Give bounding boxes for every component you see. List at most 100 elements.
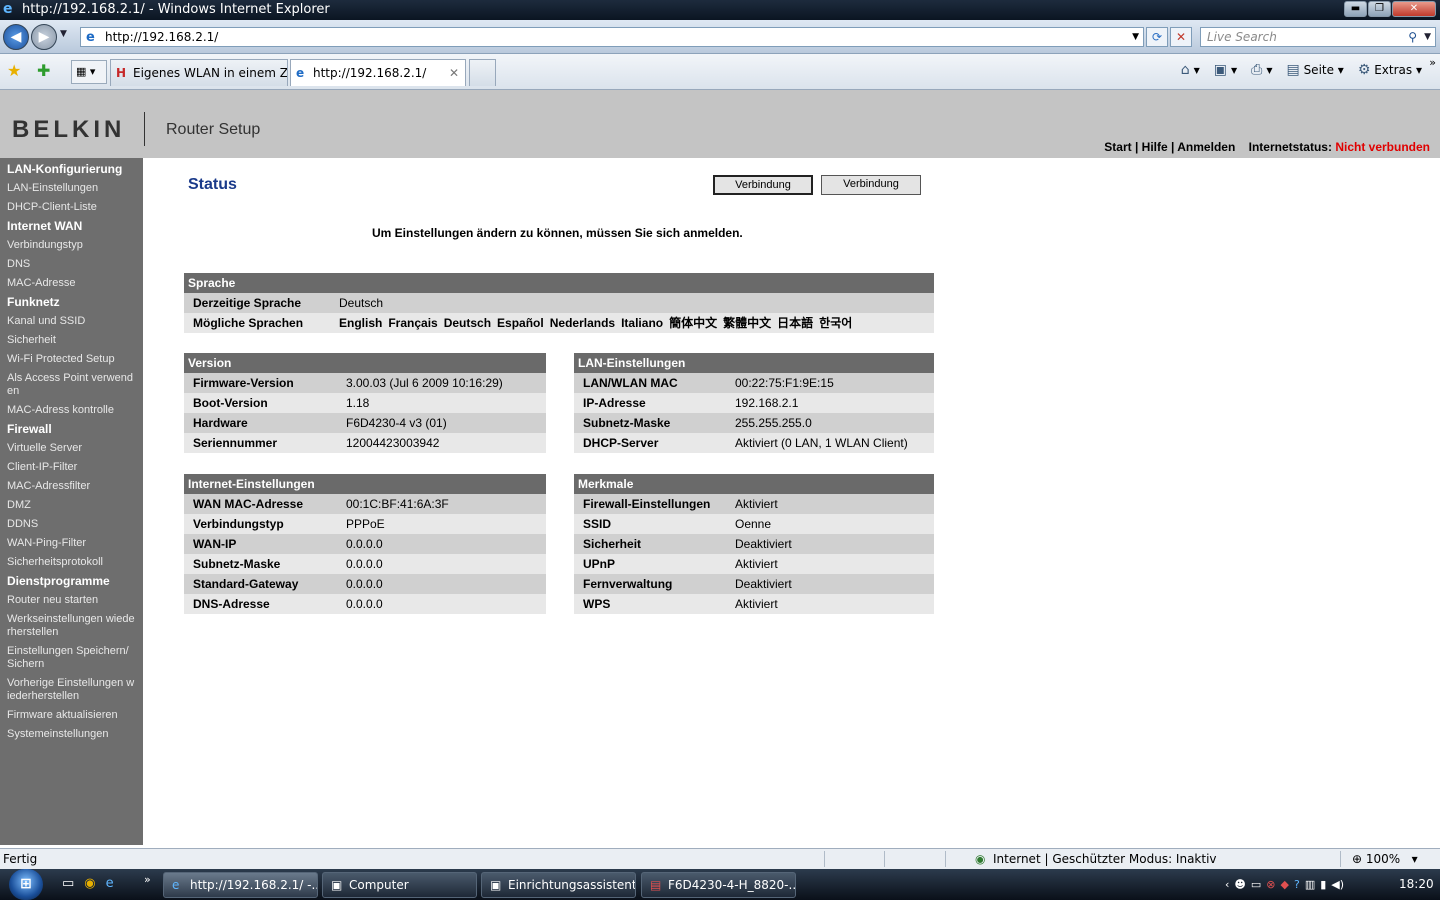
sidebar-item[interactable]: Virtuelle Server — [0, 439, 143, 458]
sidebar-item[interactable]: Werkseinstellungen wiederherstellen — [0, 610, 143, 642]
sidebar-item[interactable]: Einstellungen Speichern/Sichern — [0, 642, 143, 674]
ie-launch-icon[interactable]: e — [106, 876, 114, 891]
refresh-button[interactable]: ⟳ — [1146, 27, 1168, 47]
tab-close-icon[interactable]: ✕ — [449, 60, 459, 86]
language-link[interactable]: Nederlands — [550, 313, 615, 333]
language-link[interactable]: 繁體中文 — [723, 313, 771, 333]
favorites-star-icon[interactable]: ★ — [7, 62, 21, 80]
tab-wlan-article[interactable]: H Eigenes WLAN in einem Zi... — [110, 59, 288, 86]
new-tab-button[interactable] — [469, 59, 496, 86]
back-button[interactable]: ◀ — [3, 24, 29, 50]
language-link[interactable]: 한국어 — [819, 313, 852, 333]
language-link[interactable]: Deutsch — [444, 313, 491, 333]
sidebar-item[interactable]: Vorherige Einstellungen wiederherstellen — [0, 674, 143, 706]
chrome-icon[interactable]: ◉ — [84, 876, 95, 891]
home-dropdown-icon[interactable]: ▼ — [1194, 66, 1200, 75]
language-link[interactable]: Español — [497, 313, 544, 333]
address-input[interactable]: e http://192.168.2.1/ ▼ — [80, 27, 1144, 47]
battery-icon[interactable]: ▮ — [1320, 878, 1326, 891]
network-icon[interactable]: ▥ — [1305, 878, 1315, 891]
row-value: 0.0.0.0 — [346, 557, 383, 571]
toolbar-overflow-icon[interactable]: » — [1429, 56, 1436, 69]
sidebar-item[interactable]: Sicherheit — [0, 331, 143, 350]
language-link[interactable]: 日本語 — [777, 313, 813, 333]
sidebar-item[interactable]: LAN-Einstellungen — [0, 179, 143, 198]
tools-menu[interactable]: ⚙ Extras ▾ — [1358, 62, 1422, 78]
tray-expand-icon[interactable]: ‹ — [1225, 878, 1229, 891]
language-link[interactable]: 簡体中文 — [669, 313, 717, 333]
help-icon[interactable]: ? — [1294, 878, 1300, 891]
address-dropdown-icon[interactable]: ▼ — [1132, 28, 1139, 46]
version-panel: Version Firmware-Version 3.00.03 (Jul 6 2… — [184, 353, 546, 453]
sidebar-item[interactable]: DMZ — [0, 496, 143, 515]
connect-button-1[interactable]: Verbindung — [713, 175, 813, 195]
sidebar-item[interactable]: Firmware aktualisieren — [0, 706, 143, 725]
table-row: Verbindungstyp PPPoE — [184, 514, 546, 534]
row-value: 192.168.2.1 — [735, 396, 799, 410]
close-window-button[interactable]: ✕ — [1392, 1, 1436, 17]
quicklaunch-overflow-icon[interactable]: » — [144, 873, 151, 886]
sidebar-item[interactable]: Systemeinstellungen — [0, 725, 143, 744]
table-row: WAN MAC-Adresse 00:1C:BF:41:6A:3F — [184, 494, 546, 514]
volume-icon[interactable]: ◀) — [1331, 878, 1344, 891]
table-row: UPnP Aktiviert — [574, 554, 934, 574]
security-alert-icon[interactable]: ⊗ — [1266, 878, 1275, 891]
user-icon[interactable]: ☻ — [1234, 878, 1245, 891]
start-link[interactable]: Start — [1104, 140, 1131, 154]
minimize-button[interactable]: ▬ — [1344, 1, 1367, 17]
sidebar-item[interactable]: DHCP-Client-Liste — [0, 198, 143, 217]
stop-button[interactable]: ✕ — [1170, 27, 1192, 47]
login-notice: Um Einstellungen ändern zu können, müsse… — [372, 226, 743, 240]
zoom-control[interactable]: ⊕ 100% ▾ — [1352, 849, 1418, 869]
sidebar-item[interactable]: MAC-Adress kontrolle — [0, 401, 143, 420]
add-favorite-icon[interactable]: ✚ — [37, 62, 50, 80]
sidebar-item[interactable]: Als Access Point verwenden — [0, 369, 143, 401]
login-link[interactable]: Anmelden — [1177, 140, 1235, 154]
connect-button-2[interactable]: Verbindung — [821, 175, 921, 195]
page-menu[interactable]: ▤ Seite ▾ — [1287, 62, 1344, 78]
sidebar-item[interactable]: MAC-Adresse — [0, 274, 143, 293]
sidebar-item[interactable]: Kanal und SSID — [0, 312, 143, 331]
sidebar-item[interactable]: Wi-Fi Protected Setup — [0, 350, 143, 369]
print-icon[interactable]: ⎙ — [1251, 62, 1262, 78]
clock[interactable]: 18:20 — [1399, 869, 1434, 900]
sidebar-item[interactable]: DNS — [0, 255, 143, 274]
sidebar-item[interactable]: Verbindungstyp — [0, 236, 143, 255]
language-link[interactable]: Français — [388, 313, 437, 333]
print-dropdown-icon[interactable]: ▼ — [1266, 66, 1272, 75]
sidebar-item[interactable]: DDNS — [0, 515, 143, 534]
sidebar-section: Funknetz — [7, 295, 60, 309]
taskbar-item-wizard[interactable]: ▣ Einrichtungsassistent — [481, 872, 636, 898]
quick-tabs-button[interactable]: ▦ ▾ — [71, 60, 107, 84]
help-link[interactable]: Hilfe — [1142, 140, 1168, 154]
windows-taskbar: ⊞ ▭ ◉ e » e http://192.168.2.1/ -... ▣ C… — [0, 869, 1440, 900]
start-button[interactable]: ⊞ — [9, 869, 43, 900]
sidebar-item[interactable]: WAN-Ping-Filter — [0, 534, 143, 553]
taskbar-item-pdf[interactable]: ▤ F6D4230-4-H_8820-... — [641, 872, 796, 898]
restore-button[interactable]: ❐ — [1368, 1, 1391, 17]
tab-router[interactable]: e http://192.168.2.1/ ✕ — [290, 59, 466, 86]
taskbar-item-ie[interactable]: e http://192.168.2.1/ -... — [163, 872, 318, 898]
home-icon[interactable]: ⌂ — [1181, 62, 1190, 78]
row-key: WAN MAC-Adresse — [193, 497, 304, 511]
row-value: Aktiviert — [735, 497, 778, 511]
sidebar-item[interactable]: Router neu starten — [0, 591, 143, 610]
sidebar-item[interactable]: Sicherheitsprotokoll — [0, 553, 143, 572]
feeds-icon[interactable]: ▣ — [1214, 62, 1227, 78]
language-link[interactable]: English — [339, 313, 382, 333]
sidebar-item[interactable]: MAC-Adressfilter — [0, 477, 143, 496]
search-provider-dropdown[interactable]: ▼ — [1424, 28, 1431, 46]
antivirus-icon[interactable]: ◆ — [1281, 878, 1289, 891]
search-icon[interactable]: ⚲ — [1408, 28, 1417, 46]
security-zone[interactable]: ◉ Internet | Geschützter Modus: Inaktiv — [975, 849, 1217, 869]
taskbar-item-computer[interactable]: ▣ Computer — [322, 872, 477, 898]
row-value: 00:22:75:F1:9E:15 — [735, 376, 834, 390]
monitor-icon[interactable]: ▭ — [1251, 878, 1261, 891]
search-input[interactable]: Live Search ⚲ ▼ — [1200, 27, 1436, 47]
recent-pages-dropdown[interactable]: ▼ — [60, 29, 67, 39]
forward-button[interactable]: ▶ — [31, 24, 57, 50]
sidebar-item[interactable]: Client-IP-Filter — [0, 458, 143, 477]
feeds-dropdown-icon[interactable]: ▼ — [1231, 66, 1237, 75]
show-desktop-icon[interactable]: ▭ — [62, 876, 74, 891]
language-link[interactable]: Italiano — [621, 313, 663, 333]
